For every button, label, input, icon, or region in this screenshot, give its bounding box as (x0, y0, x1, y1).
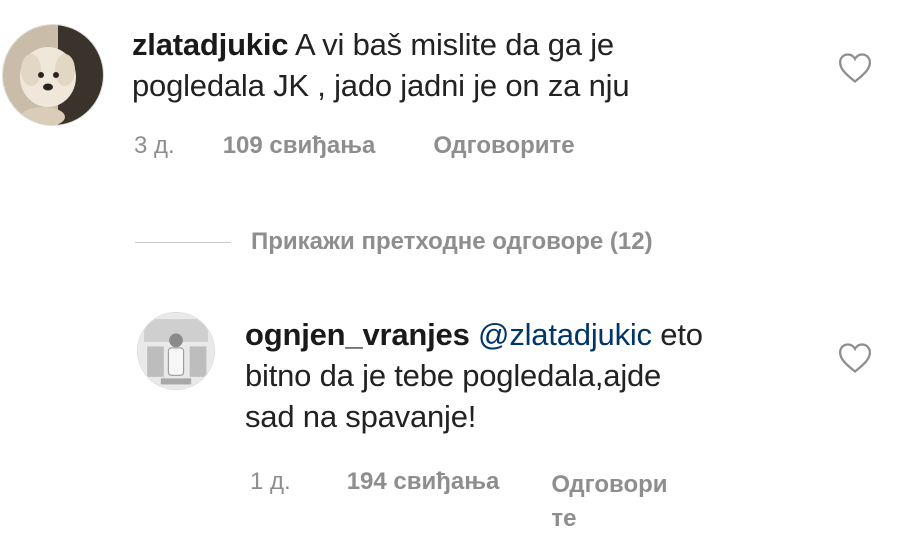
reply-reply-button[interactable]: Одговори те (551, 468, 667, 536)
reply-body: ognjen_vranjes @zlatadjukic eto bitno da… (245, 314, 825, 437)
reply-text-line-1: eto (660, 317, 703, 352)
reply-line-1: ognjen_vranjes @zlatadjukic eto (245, 314, 825, 355)
reply-meta: 1 д. 194 свиђања Одговори те (250, 468, 668, 536)
reply-like-button[interactable] (838, 342, 872, 374)
view-previous-replies[interactable]: Прикажи претходне одговоре (12) (135, 228, 653, 256)
comments-thread: zlatadjukic A vi baš mislite da ga je po… (0, 0, 900, 554)
comment-body: zlatadjukic A vi baš mislite da ga je po… (132, 24, 812, 106)
comment-meta: 3 д. 109 свиђања Одговорите (134, 132, 575, 160)
reply-reply-label-2: те (551, 505, 577, 532)
reply-reply-label-1: Одговори (551, 471, 668, 498)
person-avatar-icon (138, 313, 214, 389)
reply-text-line-3: sad na spavanje! (245, 399, 477, 434)
commenter-avatar[interactable] (2, 24, 104, 126)
reply-likes[interactable]: 194 свиђања (347, 468, 500, 496)
comment-likes[interactable]: 109 свиђања (223, 132, 376, 160)
reply-text-line-2: bitno da je tebe pogledala,ajde (245, 358, 662, 393)
reply-time: 1 д. (250, 468, 291, 495)
replies-divider (135, 241, 231, 243)
dog-avatar-icon (3, 25, 103, 125)
reply-mention[interactable]: @zlatadjukic (478, 317, 652, 352)
comment-text-line-1: A vi baš mislite da ga je (295, 27, 614, 62)
replier-avatar[interactable] (137, 312, 215, 390)
reply-username[interactable]: ognjen_vranjes (245, 317, 470, 352)
comment-line-1: zlatadjukic A vi baš mislite da ga je (132, 24, 812, 65)
heart-outline-icon (838, 343, 872, 373)
comment-like-button[interactable] (838, 52, 872, 84)
heart-outline-icon (838, 53, 872, 83)
view-previous-replies-label[interactable]: Прикажи претходне одговоре (12) (251, 228, 653, 256)
comment-reply-button[interactable]: Одговорите (433, 132, 574, 160)
comment-text-line-2: pogledala JK , jado jadni je on za nju (132, 68, 630, 103)
comment-time: 3 д. (134, 132, 175, 159)
comment-username[interactable]: zlatadjukic (132, 27, 288, 62)
